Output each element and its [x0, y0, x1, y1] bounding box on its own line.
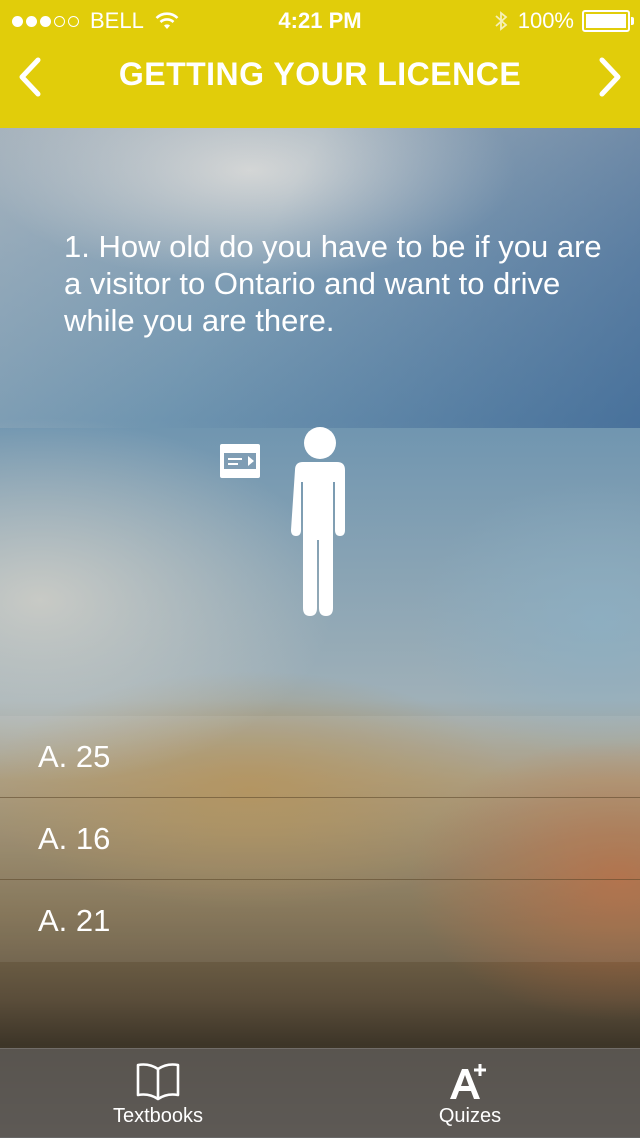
- question-text: 1. How old do you have to be if you are …: [64, 229, 602, 338]
- person-icon: [291, 427, 345, 616]
- battery-icon: [582, 10, 634, 32]
- person-with-license-card-icon: [220, 427, 345, 616]
- battery-percent: 100%: [517, 8, 574, 33]
- answer-list: A. 25 A. 16 A. 21: [0, 716, 640, 962]
- status-right: 100%: [494, 8, 634, 34]
- page-title: GETTING YOUR LICENCE: [118, 56, 522, 92]
- answer-option[interactable]: A. 21: [0, 880, 640, 962]
- answer-option[interactable]: A. 16: [0, 798, 640, 880]
- status-bar: BELL 4:21 PM 100%: [0, 0, 640, 40]
- header-bar: BELL 4:21 PM 100% GETTING YOUR LICENCE: [0, 0, 640, 128]
- next-button[interactable]: [588, 52, 632, 102]
- bluetooth-icon: [495, 11, 508, 31]
- tab-bar: Textbooks Quizes: [0, 1048, 640, 1138]
- a-plus-icon: [450, 1064, 486, 1099]
- answer-option[interactable]: A. 25: [0, 716, 640, 798]
- tab-textbooks[interactable]: Textbooks: [58, 1049, 258, 1138]
- license-card-icon: [220, 444, 260, 478]
- tab-label: Textbooks: [112, 1105, 204, 1127]
- chevron-right-icon: [599, 57, 621, 97]
- tab-label: Quizes: [438, 1105, 502, 1127]
- open-book-icon: [136, 1063, 180, 1101]
- tab-quizes[interactable]: Quizes: [370, 1049, 570, 1138]
